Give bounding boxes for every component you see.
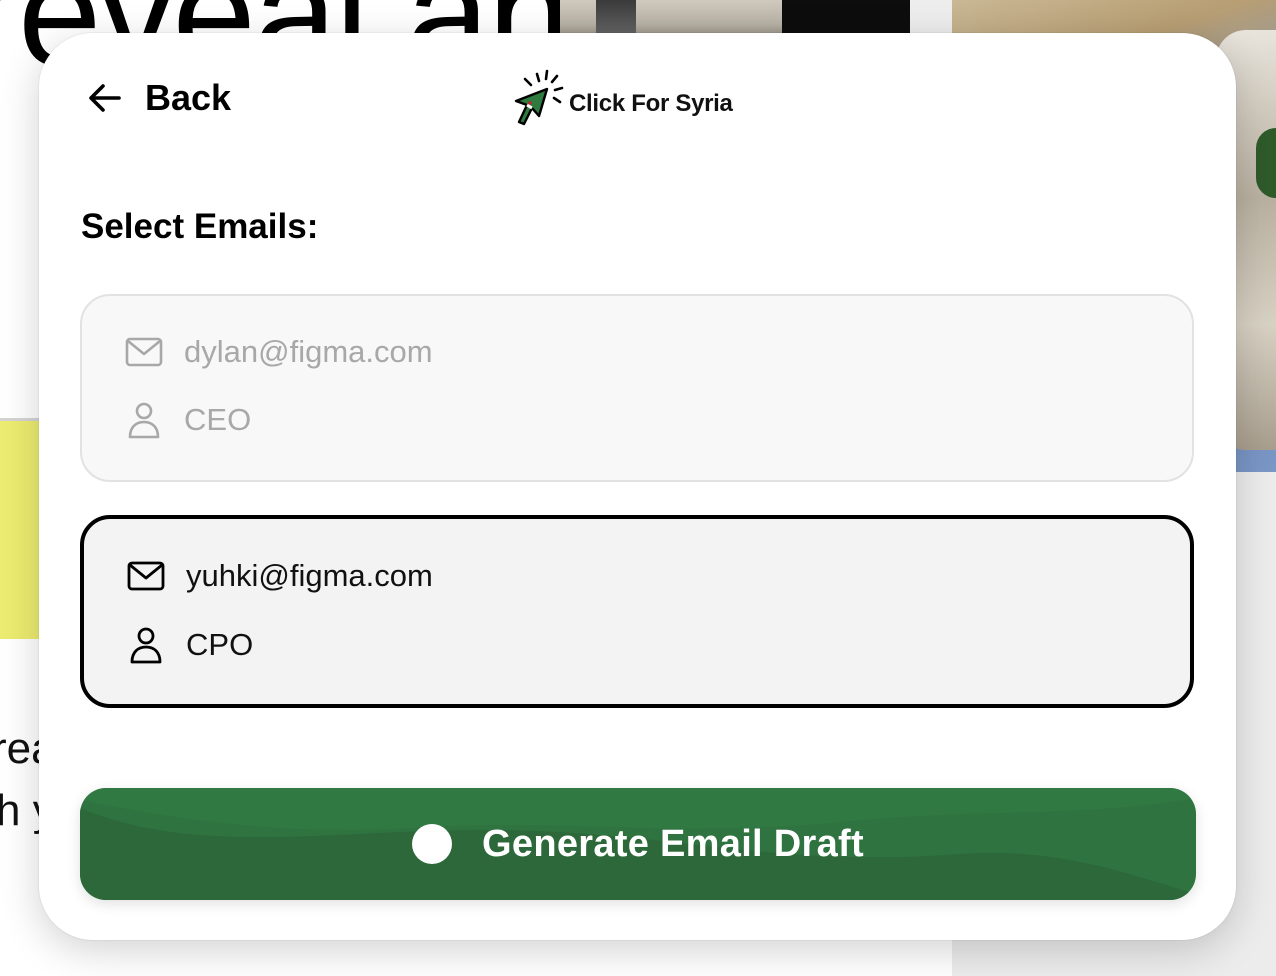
user-icon [122, 401, 166, 439]
screen: reveal an rea h y Back [0, 0, 1276, 976]
logo-text: Click For Syria [569, 89, 733, 117]
contact-email: dylan@figma.com [184, 334, 433, 369]
contact-card[interactable]: dylan@figma.com CEO [80, 294, 1194, 482]
logo[interactable]: Click For Syria [503, 67, 733, 134]
section-title: Select Emails: [81, 207, 319, 246]
email-select-modal: Back Click For Syria Select Emails: dyla… [39, 33, 1236, 940]
contact-role-row: CPO [124, 625, 253, 665]
back-label: Back [145, 77, 232, 118]
arrow-left-icon [85, 78, 125, 118]
back-button[interactable]: Back [85, 76, 231, 120]
generate-email-draft-button[interactable]: Generate Email Draft [80, 788, 1196, 900]
contact-card-selected[interactable]: yuhki@figma.com CPO [80, 515, 1194, 708]
generate-button-label: Generate Email Draft [482, 822, 864, 865]
generate-button-content: Generate Email Draft [80, 788, 1196, 900]
contact-email-row: dylan@figma.com [122, 332, 433, 372]
contact-email: yuhki@figma.com [186, 558, 433, 593]
mail-icon [124, 560, 168, 592]
contact-role-row: CEO [122, 400, 251, 440]
background-yellow-block [0, 421, 40, 639]
loading-dot-icon [412, 824, 453, 864]
contact-role: CPO [186, 627, 254, 662]
user-icon [124, 626, 168, 664]
contact-role: CEO [184, 402, 252, 437]
contact-email-row: yuhki@figma.com [124, 556, 433, 596]
mail-icon [122, 336, 166, 368]
cursor-click-icon [503, 67, 567, 134]
